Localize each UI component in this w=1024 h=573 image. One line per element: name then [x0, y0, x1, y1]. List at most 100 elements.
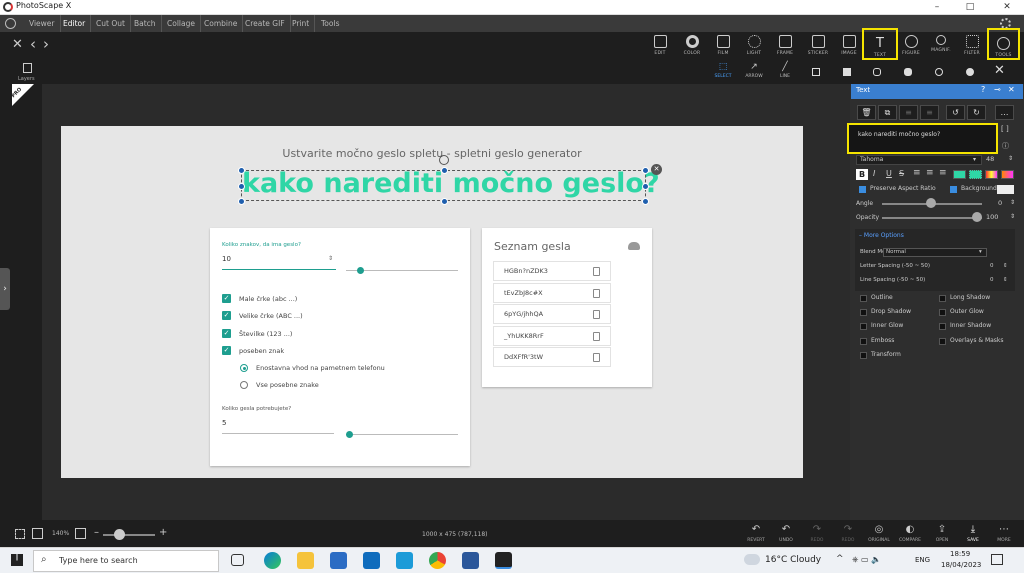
line-tool[interactable]: ╱ LINE — [771, 60, 799, 84]
open-button[interactable]: ⇪ OPEN — [928, 520, 956, 547]
line-spacing-value[interactable]: 0 — [990, 277, 994, 283]
strikethrough-button[interactable]: S — [899, 169, 904, 178]
tool-color[interactable]: COLOR — [677, 32, 707, 60]
rotate-right-icon[interactable]: ↻ — [967, 105, 986, 120]
blend-mode-select[interactable]: Normal ▾ — [883, 248, 987, 257]
copy-icon[interactable] — [593, 332, 600, 341]
task-view-icon[interactable] — [231, 554, 244, 566]
actual-size-icon[interactable] — [75, 528, 86, 539]
tool-text[interactable]: T TEXT — [862, 28, 898, 60]
text-align-center-icon[interactable]: ≡ — [926, 168, 934, 178]
uppercase-checkbox[interactable]: ✓ — [222, 311, 231, 320]
delete-object-icon[interactable]: ✕ — [651, 164, 662, 175]
close-panel-icon[interactable]: ✕ — [1008, 85, 1015, 94]
notifications-icon[interactable] — [991, 554, 1003, 565]
tool-film[interactable]: FILM — [708, 32, 738, 60]
tool-sticker[interactable]: STICKER — [803, 32, 833, 60]
text-info-icon[interactable]: ⓘ — [1002, 141, 1009, 151]
grid-icon[interactable] — [15, 529, 25, 539]
rectangle-outline-icon[interactable] — [812, 68, 820, 76]
copy-icon[interactable] — [593, 353, 600, 362]
zoom-in-icon[interactable]: + — [159, 527, 167, 538]
weather-text[interactable]: 16°C Cloudy — [765, 555, 821, 565]
font-size-stepper-icon[interactable]: ⇕ — [1008, 155, 1013, 162]
letter-spacing-stepper-icon[interactable]: ⇕ — [1003, 263, 1008, 269]
copy-icon[interactable] — [593, 289, 600, 298]
pin-icon[interactable]: ⊸ — [994, 85, 1001, 94]
preserve-aspect-checkbox[interactable] — [859, 186, 866, 193]
menu-cut-out[interactable]: Cut Out — [91, 15, 131, 32]
inner-glow-checkbox[interactable] — [860, 323, 867, 330]
text-align-left-icon[interactable]: ≡ — [913, 168, 921, 178]
expand-textbox-icon[interactable]: [ ] — [1001, 125, 1009, 133]
menu-create-gif[interactable]: Create GIF — [240, 15, 291, 32]
tool-filter[interactable]: FILTER — [957, 32, 987, 60]
angle-value[interactable]: 0 — [998, 199, 1002, 207]
emboss-checkbox[interactable] — [860, 338, 867, 345]
save-button[interactable]: ⤓ SAVE — [959, 520, 987, 547]
count-slider-handle[interactable] — [346, 431, 353, 438]
rounded-rect-outline-icon[interactable] — [873, 68, 881, 76]
count-slider-track[interactable] — [346, 434, 458, 436]
special-checkbox[interactable]: ✓ — [222, 346, 231, 355]
store-icon[interactable] — [330, 552, 347, 569]
close-editor-icon[interactable]: ✕ — [12, 37, 23, 52]
background-checkbox[interactable] — [950, 186, 957, 193]
zoom-slider-track[interactable] — [103, 534, 155, 536]
word-icon[interactable] — [462, 552, 479, 569]
file-explorer-icon[interactable] — [297, 552, 314, 569]
original-button[interactable]: ◎ ORIGINAL — [865, 520, 893, 547]
rotate-left-icon[interactable]: ↺ — [946, 105, 965, 120]
arrow-tool[interactable]: ↗ ARROW — [740, 60, 768, 84]
taskbar-search-box[interactable]: ⌕ Type here to search — [33, 550, 219, 572]
redo-all-button[interactable]: ↷ REDO — [834, 520, 862, 547]
background-color-swatch[interactable] — [997, 185, 1014, 194]
revert-button[interactable]: ↶ REVERT — [742, 520, 770, 547]
opacity-value[interactable]: 100 — [986, 213, 998, 221]
align-right-icon[interactable]: ≡ — [920, 105, 939, 120]
app-l-icon[interactable] — [396, 552, 413, 569]
tool-frame[interactable]: FRAME — [770, 32, 800, 60]
opacity-slider-track[interactable] — [882, 217, 982, 219]
inner-shadow-checkbox[interactable] — [939, 323, 946, 330]
texture-swatch[interactable] — [969, 170, 982, 179]
tool-light[interactable]: LIGHT — [739, 32, 769, 60]
tool-tools[interactable]: TOOLS — [987, 28, 1020, 60]
length-slider-handle[interactable] — [357, 267, 364, 274]
resize-handle[interactable] — [642, 167, 649, 174]
all-special-radio[interactable] — [240, 381, 248, 389]
rounded-rect-filled-icon[interactable] — [904, 68, 912, 76]
resize-handle[interactable] — [238, 167, 245, 174]
chrome-icon[interactable] — [429, 552, 446, 569]
more-options-icon[interactable]: … — [995, 105, 1014, 120]
underline-button[interactable]: U — [886, 169, 892, 178]
windows-start-icon[interactable] — [11, 554, 23, 566]
drop-shadow-checkbox[interactable] — [860, 309, 867, 316]
clock-date[interactable]: 18/04/2023 — [941, 561, 981, 569]
copy-icon[interactable] — [593, 267, 600, 276]
next-photo-icon[interactable]: › — [43, 35, 49, 53]
edge-browser-icon[interactable] — [264, 552, 281, 569]
circle-outline-icon[interactable] — [935, 68, 943, 76]
home-icon[interactable] — [5, 18, 16, 29]
transform-checkbox[interactable] — [860, 352, 867, 359]
tool-edit[interactable]: EDIT — [645, 32, 675, 60]
previous-photo-icon[interactable]: ‹ — [30, 35, 36, 53]
long-shadow-checkbox[interactable] — [939, 295, 946, 302]
undo-button[interactable]: ↶ UNDO — [772, 520, 800, 547]
align-left-icon[interactable]: ≡ — [899, 105, 918, 120]
menu-batch[interactable]: Batch — [129, 15, 162, 32]
menu-tools[interactable]: Tools — [316, 15, 344, 32]
menu-combine[interactable]: Combine — [199, 15, 244, 32]
maximize-button[interactable]: □ — [958, 0, 982, 15]
font-size-value[interactable]: 48 — [986, 155, 994, 163]
italic-button[interactable]: I — [873, 169, 875, 178]
zoom-slider-handle[interactable] — [114, 529, 125, 540]
resize-handle[interactable] — [441, 198, 448, 205]
clock-time[interactable]: 18:59 — [950, 550, 970, 558]
copy-icon[interactable] — [593, 310, 600, 319]
font-select[interactable]: Tahoma ▾ — [856, 155, 982, 165]
resize-handle[interactable] — [238, 198, 245, 205]
expand-panel-chevron-icon[interactable]: › — [0, 268, 10, 310]
gradient-swatch[interactable] — [985, 170, 998, 179]
